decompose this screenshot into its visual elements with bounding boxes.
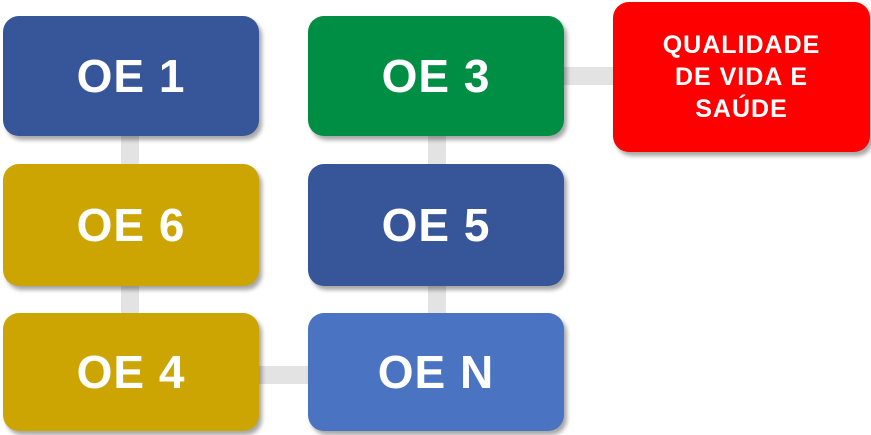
connector-oe3-oe5 xyxy=(428,135,446,165)
node-oeN: OE N xyxy=(308,313,564,431)
connector-oe1-oe6 xyxy=(121,135,139,165)
node-oe6: OE 6 xyxy=(3,164,259,286)
node-quality-of-life-and-health: QUALIDADE DE VIDA E SAÚDE xyxy=(613,2,870,152)
connector-oe5-oeN xyxy=(428,285,446,315)
connector-oe3-quality xyxy=(563,67,615,85)
node-oe5: OE 5 xyxy=(308,164,564,286)
node-oe4: OE 4 xyxy=(3,313,259,431)
connector-oe6-oe4 xyxy=(121,285,139,315)
node-oe3: OE 3 xyxy=(308,16,564,136)
node-oe1: OE 1 xyxy=(3,16,259,136)
connector-oe4-oeN xyxy=(258,366,310,384)
